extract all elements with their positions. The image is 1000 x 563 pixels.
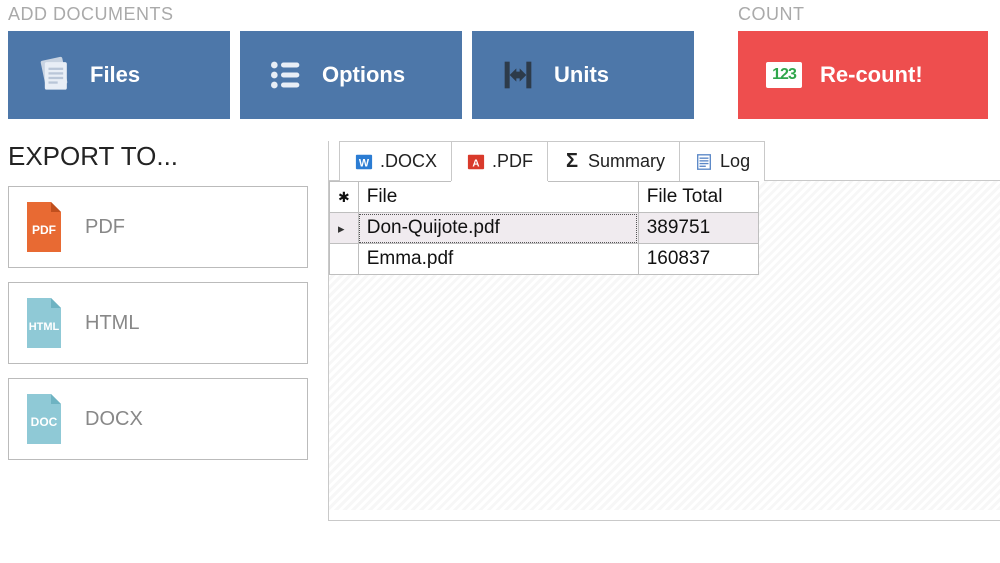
file-cell[interactable]: Don-Quijote.pdf: [358, 213, 638, 244]
export-html-button[interactable]: HTML HTML: [8, 282, 308, 364]
pdf-icon: A: [466, 152, 486, 172]
col-total-header[interactable]: File Total: [638, 182, 758, 213]
files-icon: [32, 53, 76, 97]
tab-pdf[interactable]: A .PDF: [451, 141, 548, 181]
export-html-label: HTML: [85, 312, 139, 335]
recount-button[interactable]: 123 Re-count!: [738, 31, 988, 119]
html-file-icon: HTML: [23, 296, 65, 350]
col-file-header[interactable]: File: [358, 182, 638, 213]
svg-text:PDF: PDF: [32, 223, 56, 237]
options-button[interactable]: Options: [240, 31, 462, 119]
col-marker[interactable]: ✱: [330, 182, 359, 213]
svg-text:DOC: DOC: [31, 415, 58, 429]
pdf-file-icon: PDF: [23, 200, 65, 254]
log-icon: [694, 152, 714, 172]
word-icon: W: [354, 152, 374, 172]
recount-label: Re-count!: [820, 62, 923, 88]
docx-file-icon: DOC: [23, 392, 65, 446]
export-docx-button[interactable]: DOC DOCX: [8, 378, 308, 460]
tab-log[interactable]: Log: [679, 141, 765, 181]
file-table: ✱ File File Total Don-Quijote.pdf389751E…: [329, 181, 759, 275]
units-icon: [496, 53, 540, 97]
row-marker: [330, 244, 359, 275]
export-pdf-button[interactable]: PDF PDF: [8, 186, 308, 268]
row-marker: [330, 213, 359, 244]
units-button[interactable]: Units: [472, 31, 694, 119]
total-cell: 389751: [638, 213, 758, 244]
files-button[interactable]: Files: [8, 31, 230, 119]
tab-pdf-label: .PDF: [492, 151, 533, 172]
total-cell: 160837: [638, 244, 758, 275]
sigma-icon: Σ: [562, 152, 582, 172]
svg-text:A: A: [472, 158, 479, 169]
files-label: Files: [90, 62, 140, 88]
tab-summary-label: Summary: [588, 151, 665, 172]
file-cell[interactable]: Emma.pdf: [358, 244, 638, 275]
tab-docx[interactable]: W .DOCX: [339, 141, 452, 181]
table-row[interactable]: Don-Quijote.pdf389751: [330, 213, 759, 244]
options-icon: [264, 53, 308, 97]
tab-log-label: Log: [720, 151, 750, 172]
options-label: Options: [322, 62, 405, 88]
count-heading: COUNT: [738, 4, 992, 25]
export-docx-label: DOCX: [85, 408, 143, 431]
tab-summary[interactable]: Σ Summary: [547, 141, 680, 181]
units-label: Units: [554, 62, 609, 88]
svg-text:W: W: [359, 157, 370, 169]
tab-docx-label: .DOCX: [380, 151, 437, 172]
table-row[interactable]: Emma.pdf160837: [330, 244, 759, 275]
add-documents-heading: ADD DOCUMENTS: [8, 4, 728, 25]
export-pdf-label: PDF: [85, 216, 125, 239]
export-to-heading: EXPORT TO...: [8, 141, 308, 172]
recount-icon: 123: [762, 53, 806, 97]
svg-text:HTML: HTML: [29, 321, 60, 333]
